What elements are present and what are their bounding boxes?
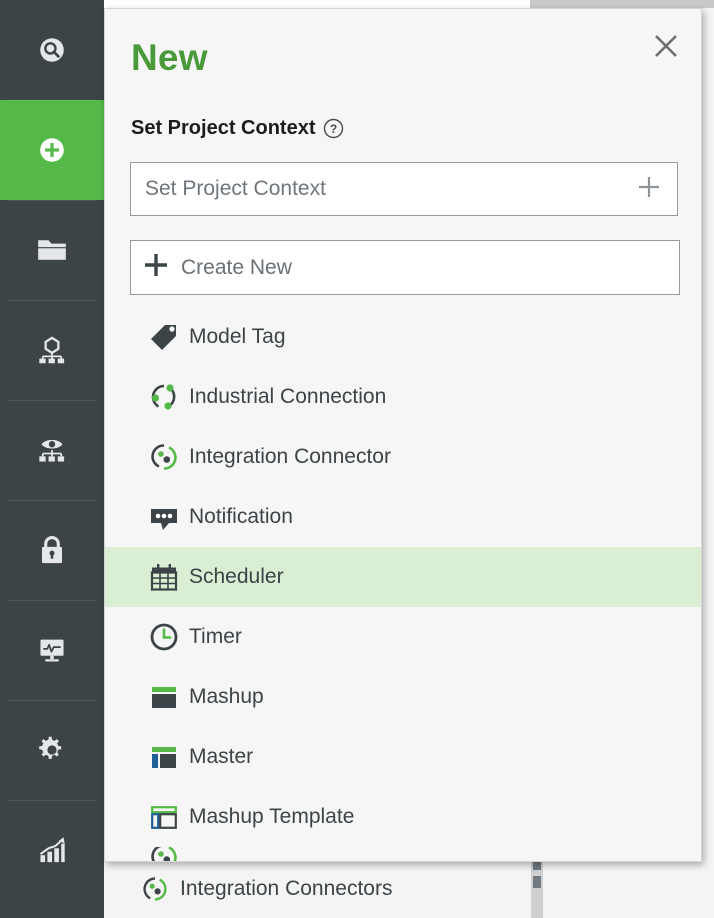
- list-item-label: Master: [189, 745, 253, 769]
- new-flyout-panel: New Set Project Context ? Set Project Co…: [104, 8, 702, 862]
- help-icon[interactable]: ?: [323, 118, 344, 139]
- list-item-label: Notification: [189, 505, 293, 529]
- list-item-label: Mashup: [189, 685, 264, 709]
- master-icon: [149, 742, 179, 772]
- list-item-scheduler[interactable]: Scheduler: [105, 547, 701, 607]
- list-item-mashup-template[interactable]: Mashup Template: [105, 787, 701, 847]
- integration-connector-icon: [140, 874, 170, 904]
- integration-connector-icon: [149, 847, 179, 862]
- integration-connector-icon: [149, 442, 179, 472]
- sidebar-item-new[interactable]: [0, 100, 104, 200]
- list-item-notification[interactable]: Notification: [105, 487, 701, 547]
- gear-icon: [37, 735, 67, 765]
- divider: [8, 700, 96, 701]
- list-item-label: Integration Connector: [189, 445, 391, 469]
- svg-text:?: ?: [330, 122, 337, 136]
- lock-icon: [37, 535, 67, 565]
- page-title: New: [131, 37, 208, 79]
- divider: [8, 300, 96, 301]
- project-context-placeholder: Set Project Context: [145, 177, 635, 201]
- sidebar-item-security[interactable]: [0, 500, 104, 600]
- project-context-input[interactable]: Set Project Context: [130, 162, 678, 216]
- mashup-icon: [149, 682, 179, 712]
- sidebar-item-analytics[interactable]: [0, 800, 104, 900]
- list-item-timer[interactable]: Timer: [105, 607, 701, 667]
- divider: [8, 600, 96, 601]
- list-item-industrial-connection[interactable]: Industrial Connection: [105, 367, 701, 427]
- list-item-integration-connector[interactable]: Integration Connector: [105, 427, 701, 487]
- divider: [8, 500, 96, 501]
- eye-hierarchy-icon: [37, 435, 67, 465]
- list-item-label: Industrial Connection: [189, 385, 386, 409]
- background-topbar-tab: [104, 0, 530, 8]
- sidebar-item-search[interactable]: [0, 0, 104, 100]
- bar-chart-arrow-icon: [37, 835, 67, 865]
- background-list-item-label: Integration Connectors: [180, 877, 392, 901]
- tag-icon: [149, 322, 179, 352]
- monitor-pulse-icon: [37, 635, 67, 665]
- plus-circle-icon: [37, 135, 67, 165]
- screen: Integration Connectors: [0, 0, 714, 918]
- hierarchy-icon: [37, 335, 67, 365]
- background-list-item-integration-connectors[interactable]: Integration Connectors: [140, 866, 520, 912]
- background-scrollbar-thumb-lower[interactable]: [533, 876, 541, 888]
- list-item-model-tag[interactable]: Model Tag: [105, 307, 701, 367]
- sidebar-item-browse[interactable]: [0, 200, 104, 300]
- notification-icon: [149, 502, 179, 532]
- sidebar-item-system-health[interactable]: [0, 600, 104, 700]
- list-item-label: Model Tag: [189, 325, 286, 349]
- sidebar-item-modeling[interactable]: [0, 300, 104, 400]
- add-context-icon[interactable]: [635, 173, 663, 206]
- industrial-connection-icon: [149, 382, 179, 412]
- new-item-list: Model Tag Industrial Connection: [105, 307, 701, 862]
- calendar-icon: [149, 562, 179, 592]
- list-item-label: Timer: [189, 625, 242, 649]
- divider: [8, 200, 96, 201]
- search-icon: [37, 35, 67, 65]
- mashup-template-icon: [149, 802, 179, 832]
- create-new-label: Create New: [181, 256, 292, 280]
- folder-icon: [37, 235, 67, 265]
- close-icon: [653, 33, 679, 59]
- list-item-label: Mashup Template: [189, 805, 354, 829]
- section-label-text: Set Project Context: [131, 117, 315, 140]
- divider: [8, 800, 96, 801]
- list-item-master[interactable]: Master: [105, 727, 701, 787]
- close-button[interactable]: [647, 27, 685, 65]
- clock-icon: [149, 622, 179, 652]
- divider: [8, 100, 96, 101]
- list-item-label: Scheduler: [189, 565, 284, 589]
- list-item-partial[interactable]: [105, 847, 701, 862]
- plus-icon: [143, 252, 169, 283]
- section-label: Set Project Context ?: [131, 117, 344, 140]
- left-nav-rail: [0, 0, 104, 918]
- list-item-mashup[interactable]: Mashup: [105, 667, 701, 727]
- sidebar-item-monitoring[interactable]: [0, 400, 104, 500]
- divider: [8, 400, 96, 401]
- create-new-button[interactable]: Create New: [130, 240, 680, 295]
- sidebar-item-configuration[interactable]: [0, 700, 104, 800]
